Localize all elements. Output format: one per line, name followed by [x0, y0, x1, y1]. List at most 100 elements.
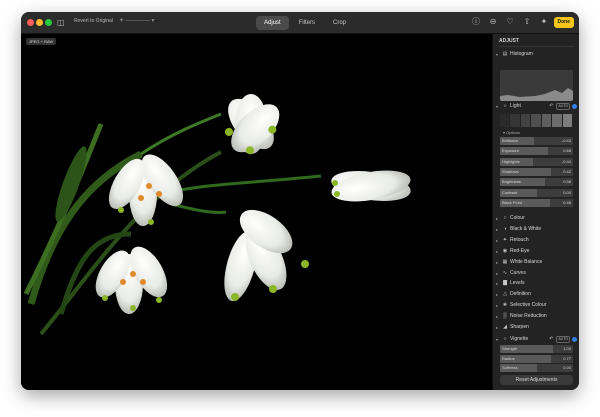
close-window-button[interactable] — [27, 19, 34, 26]
balance-icon: ▦ — [502, 258, 508, 265]
light-slider-brilliance[interactable]: Brilliance -0.43 — [500, 137, 573, 145]
slider-value: 0.42 — [563, 168, 571, 174]
section-selective-colour[interactable]: ▸ ❀ Selective Colour — [496, 301, 546, 310]
section-label: Selective Colour — [510, 302, 547, 309]
preview-frame — [520, 114, 532, 127]
section-noise-reduction[interactable]: ▸ ▒ Noise Reduction — [496, 312, 547, 321]
panel-title: ADJUST — [499, 38, 520, 44]
chevron-right-icon: ▸ — [496, 281, 499, 287]
slider-value: -0.44 — [561, 158, 571, 164]
preview-frame — [562, 114, 573, 127]
section-definition[interactable]: ▸ △ Definition — [496, 290, 531, 299]
vignette-slider-softness[interactable]: Softness 0.00 — [500, 364, 573, 372]
chevron-right-icon: ▸ — [496, 248, 499, 254]
slider-value: 0.77 — [563, 355, 571, 361]
undo-icon[interactable]: ↶ — [548, 335, 554, 344]
photo-canvas[interactable]: JPEG + RAW — [21, 34, 492, 390]
section-label: Definition — [510, 291, 531, 298]
snowflake-flowers-image — [23, 94, 411, 336]
chevron-right-icon: ▸ — [496, 237, 499, 243]
split-view-icon[interactable]: ◫ — [57, 17, 65, 28]
heart-icon[interactable]: ♡ — [505, 17, 515, 27]
light-preview-strip[interactable] — [500, 114, 573, 127]
histogram-plot — [500, 88, 573, 101]
slider-label: Strength — [502, 346, 518, 351]
section-curves[interactable]: ▸ ∿ Curves — [496, 269, 526, 278]
section-label: Curves — [510, 269, 526, 276]
section-colour[interactable]: ▸ ○ Colour — [496, 214, 525, 223]
tab-filters[interactable]: Filters — [291, 16, 323, 30]
slider-label: Brightness — [502, 179, 521, 185]
chevron-right-icon: ▸ — [496, 325, 499, 330]
triangle-icon: △ — [503, 291, 507, 298]
minimize-window-button[interactable] — [36, 19, 43, 26]
eye-icon: ◉ — [502, 247, 508, 254]
slider-label: Softness — [502, 365, 518, 370]
section-levels[interactable]: ▸ ▇ Levels — [496, 279, 524, 288]
slider-value: 1.00 — [563, 346, 571, 351]
revert-to-original-button[interactable]: Revert to Original — [74, 18, 113, 24]
adjust-sidebar: ADJUST ▾ ▤ Histogram ▾ ☼ Light ↶ AUTO ▾ … — [492, 34, 579, 390]
light-slider-brightness[interactable]: Brightness 0.56 — [500, 178, 573, 187]
section-retouch[interactable]: ▸ ✦ Retouch — [496, 236, 529, 245]
noise-icon: ▒ — [503, 313, 507, 320]
slider-label: Exposure — [502, 148, 519, 154]
half-circle-icon: ◑ — [503, 225, 507, 232]
edit-mode-tabs: Adjust Filters Crop — [256, 16, 354, 30]
section-black-white[interactable]: ▸ ◑ Black & White — [496, 225, 541, 234]
chevron-down-icon: ▾ — [496, 104, 499, 109]
chevron-right-icon: ▸ — [496, 270, 499, 276]
auto-enhance-control[interactable]: ✦ ———— ▾ — [119, 17, 154, 24]
reset-adjustments-button[interactable]: Reset Adjustments — [500, 375, 573, 385]
light-enabled-toggle[interactable] — [572, 104, 577, 109]
slider-value: 0.56 — [563, 179, 571, 185]
section-red-eye[interactable]: ▸ ◉ Red-Eye — [496, 247, 529, 256]
auto-button[interactable]: AUTO — [556, 336, 570, 343]
slider-value: 0.46 — [563, 199, 571, 205]
file-format-badge: JPEG + RAW — [26, 38, 57, 45]
light-slider-highlights[interactable]: Highlights -0.44 — [500, 157, 573, 166]
section-white-balance[interactable]: ▸ ▦ White Balance — [496, 258, 542, 267]
undo-icon[interactable]: ↶ — [548, 102, 554, 111]
auto-button[interactable]: AUTO — [556, 103, 570, 110]
share-icon[interactable]: ⇧ — [522, 17, 532, 27]
light-slider-black-point[interactable]: Black Point 0.46 — [500, 198, 573, 207]
slider-value: 0.68 — [563, 148, 571, 154]
section-label: Retouch — [510, 236, 529, 243]
section-label: Black & White — [510, 225, 542, 232]
titlebar: ◫ Revert to Original ✦ ———— ▾ Adjust Fil… — [21, 12, 579, 34]
section-label: Sharpen — [510, 324, 529, 330]
sun-icon: ☼ — [502, 103, 508, 109]
light-slider-shadows[interactable]: Shadows 0.42 — [500, 167, 573, 176]
sharpen-icon: ◢ — [503, 324, 507, 330]
preview-frame — [500, 114, 511, 127]
done-button[interactable]: Done — [553, 17, 574, 28]
vignette-enabled-toggle[interactable] — [572, 337, 577, 342]
slider-value: 0.00 — [563, 189, 571, 195]
photos-edit-window: ◫ Revert to Original ✦ ———— ▾ Adjust Fil… — [21, 12, 579, 390]
section-light[interactable]: ▾ ☼ Light ↶ AUTO — [496, 102, 577, 111]
preview-frame — [552, 114, 563, 127]
circle-icon: ○ — [503, 215, 507, 221]
chevron-right-icon: ▸ — [496, 259, 499, 265]
vignette-slider-strength[interactable]: Strength 1.00 — [500, 345, 573, 353]
magic-wand-icon[interactable]: ✦ — [539, 17, 549, 27]
vignette-slider-radius[interactable]: Radius 0.77 — [500, 354, 573, 363]
options-disclosure[interactable]: ▾ Options — [503, 130, 520, 135]
light-slider-exposure[interactable]: Exposure 0.68 — [500, 147, 573, 156]
info-icon[interactable]: ⓘ — [471, 17, 481, 27]
zoom-window-button[interactable] — [45, 19, 52, 26]
slider-label: Radius — [502, 355, 515, 361]
light-slider-contrast[interactable]: Contrast 0.00 — [500, 188, 573, 197]
section-label: Levels — [510, 280, 525, 287]
chevron-right-icon: ▸ — [496, 226, 499, 232]
chevron-down-icon: ▾ — [496, 337, 499, 342]
tab-adjust[interactable]: Adjust — [256, 16, 289, 30]
tab-crop[interactable]: Crop — [325, 16, 354, 30]
section-vignette[interactable]: ▾ ○ Vignette ↶ AUTO — [496, 335, 577, 344]
chevron-right-icon: ▸ — [496, 292, 499, 298]
section-label: Vignette — [510, 336, 529, 342]
section-histogram[interactable]: ▾ ▤ Histogram — [496, 50, 533, 59]
minus-circle-icon[interactable]: ⊖ — [488, 17, 498, 27]
section-sharpen[interactable]: ▸ ◢ Sharpen — [496, 323, 529, 332]
